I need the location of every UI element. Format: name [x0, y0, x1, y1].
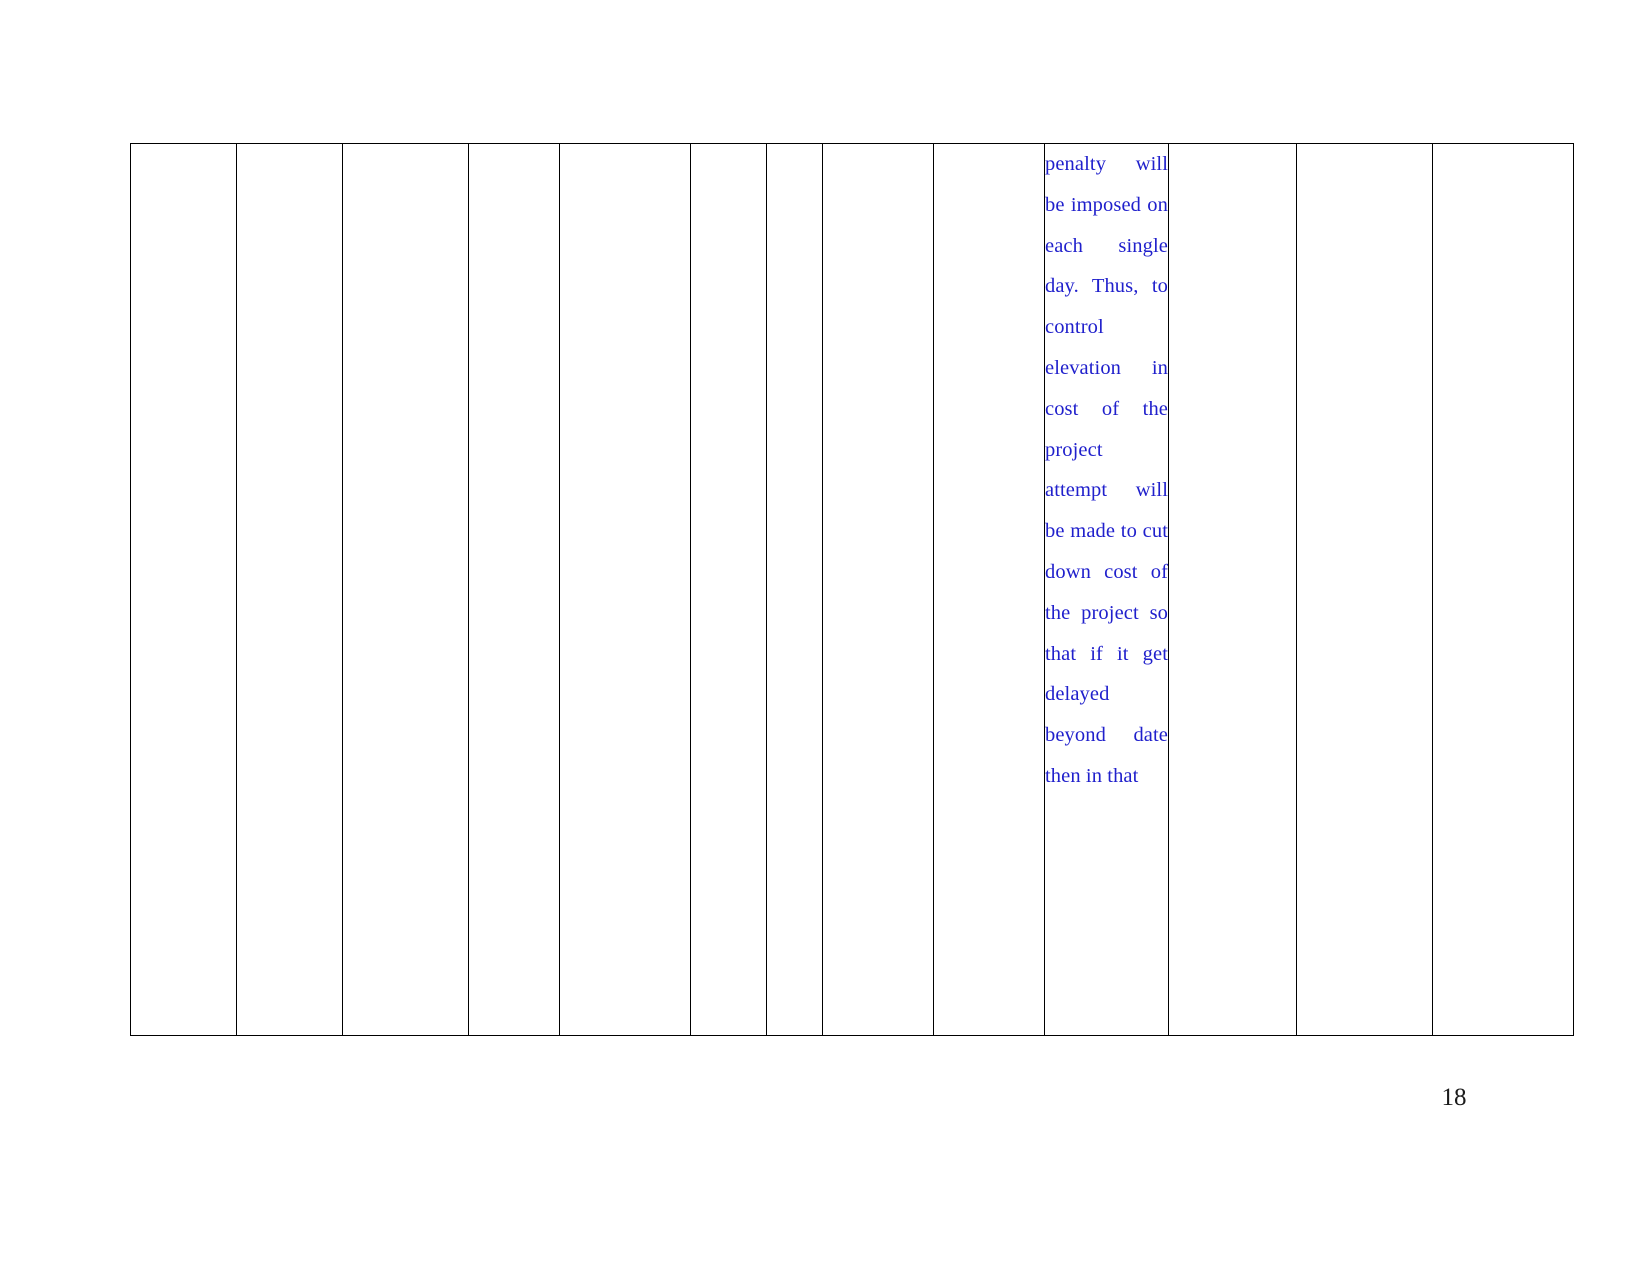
table-cell-3 [342, 143, 469, 1036]
table-cell-8 [822, 143, 934, 1036]
table-cell-4 [468, 143, 560, 1036]
table-cell-9 [933, 143, 1045, 1036]
table-cell-2 [236, 143, 343, 1036]
page-number: 18 [1441, 1084, 1467, 1111]
table-row: penalty will be imposed on each single d… [130, 143, 1574, 1036]
continued-table: penalty will be imposed on each single d… [130, 143, 1574, 1036]
table-cell-remarks: penalty will be imposed on each single d… [1044, 143, 1169, 1036]
table-cell-11 [1168, 143, 1297, 1036]
document-page: penalty will be imposed on each single d… [0, 0, 1651, 1275]
table-cell-12 [1296, 143, 1433, 1036]
table-cell-5 [559, 143, 691, 1036]
table-cell-6 [690, 143, 767, 1036]
table-cell-7 [766, 143, 823, 1036]
remarks-paragraph: penalty will be imposed on each single d… [1045, 153, 1168, 787]
table: penalty will be imposed on each single d… [130, 143, 1574, 1036]
table-cell-1 [130, 143, 237, 1036]
table-cell-13 [1432, 143, 1574, 1036]
